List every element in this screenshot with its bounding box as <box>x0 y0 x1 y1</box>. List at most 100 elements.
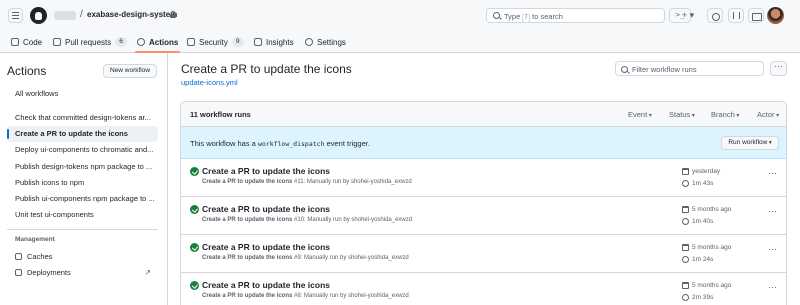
rocket-icon <box>15 268 22 276</box>
status-filter[interactable]: Status <box>669 110 695 119</box>
run-options-icon[interactable]: ··· <box>768 169 777 178</box>
search-placeholder: Type / to search <box>504 12 563 23</box>
github-logo-icon[interactable] <box>30 7 47 24</box>
stopwatch-icon <box>682 294 689 301</box>
check-circle-icon <box>190 243 199 252</box>
tab-label: Settings <box>317 37 346 47</box>
sidebar-item-deployments[interactable]: Deployments ↗ <box>15 264 155 280</box>
stopwatch-icon <box>682 218 689 225</box>
check-circle-icon <box>190 281 199 290</box>
play-icon <box>137 38 145 46</box>
database-icon <box>15 252 22 260</box>
run-workflow-button[interactable]: Run workflow <box>721 136 779 150</box>
run-options-icon[interactable]: ··· <box>768 207 777 216</box>
calendar-icon <box>682 206 689 213</box>
run-title[interactable]: Create a PR to update the icons <box>202 204 330 214</box>
run-meta: Create a PR to update the icons #8: Manu… <box>202 293 409 299</box>
page-title: Create a PR to update the icons <box>181 62 352 76</box>
gear-icon <box>305 38 313 46</box>
runs-count: 11 workflow runs <box>190 110 251 119</box>
sidebar-item-workflow[interactable]: Check that committed design-tokens ar... <box>7 110 158 126</box>
run-row[interactable]: Create a PR to update the icons Create a… <box>181 197 786 235</box>
issues-icon[interactable] <box>707 8 723 23</box>
event-filter[interactable]: Event <box>628 110 652 119</box>
run-options-icon[interactable]: ··· <box>768 245 777 254</box>
tab-label: Actions <box>149 37 179 47</box>
run-row[interactable]: Create a PR to update the icons Create a… <box>181 159 786 197</box>
sidebar-title: Actions <box>7 64 47 78</box>
tab-label: Security <box>199 37 228 47</box>
run-date: 5 months ago <box>692 206 732 213</box>
repo-nav: Code Pull requests 6 Actions Security 9 … <box>0 31 800 53</box>
tab-actions[interactable]: Actions <box>134 31 181 53</box>
search-icon <box>621 65 628 73</box>
sidebar-item-workflow[interactable]: Publish ui-components npm package to ... <box>7 191 158 207</box>
sidebar-item-workflow[interactable]: Publish icons to npm <box>7 175 158 191</box>
run-row[interactable]: Create a PR to update the icons Create a… <box>181 235 786 273</box>
tab-label: Pull requests <box>65 37 112 47</box>
check-circle-icon <box>190 167 199 176</box>
workflow-runs-list: 11 workflow runs Event Status Branch Act… <box>180 101 787 305</box>
run-date: 5 months ago <box>692 282 732 289</box>
menu-icon[interactable] <box>8 8 23 23</box>
inbox-icon[interactable] <box>748 8 764 23</box>
run-title[interactable]: Create a PR to update the icons <box>202 166 330 176</box>
sidebar-item-caches[interactable]: Caches <box>15 248 155 264</box>
shield-icon <box>187 38 195 46</box>
owner-name-redacted[interactable] <box>54 11 76 20</box>
tab-security[interactable]: Security 9 <box>187 31 244 53</box>
branch-filter[interactable]: Branch <box>711 110 739 119</box>
lock-icon <box>170 11 176 18</box>
notice-text: This workflow has a workflow_dispatch ev… <box>190 139 370 148</box>
new-workflow-button[interactable]: New workflow <box>103 64 157 78</box>
filter-placeholder: Filter workflow runs <box>632 65 697 74</box>
run-title[interactable]: Create a PR to update the icons <box>202 280 330 290</box>
run-options-icon[interactable]: ··· <box>768 283 777 292</box>
tab-label: Insights <box>266 37 294 47</box>
search-icon <box>493 12 500 19</box>
tab-label: Code <box>23 37 43 47</box>
workflow-file-link[interactable]: update-icons.yml <box>181 78 238 87</box>
run-title[interactable]: Create a PR to update the icons <box>202 242 330 252</box>
external-link-icon: ↗ <box>144 268 151 277</box>
pull-requests-icon[interactable] <box>728 8 744 23</box>
run-meta: Create a PR to update the icons #9: Manu… <box>202 255 409 261</box>
sidebar-item-label: Caches <box>27 251 53 261</box>
filter-runs-input[interactable]: Filter workflow runs <box>615 61 764 76</box>
tab-insights[interactable]: Insights <box>254 31 294 53</box>
run-meta: Create a PR to update the icons #11: Man… <box>202 179 412 185</box>
run-duration: 1m 40s <box>692 218 714 225</box>
stopwatch-icon <box>682 256 689 263</box>
avatar[interactable] <box>767 7 784 24</box>
calendar-icon <box>682 244 689 251</box>
stopwatch-icon <box>682 180 689 187</box>
global-header: / exabase-design-system Type / to search… <box>0 0 800 31</box>
run-row[interactable]: Create a PR to update the icons Create a… <box>181 273 786 305</box>
tab-pull-requests[interactable]: Pull requests 6 <box>53 31 127 53</box>
check-circle-icon <box>190 205 199 214</box>
sidebar-item-label: Deployments <box>27 267 71 277</box>
run-duration: 1m 24s <box>692 256 714 263</box>
search-input[interactable]: Type / to search <box>486 8 665 23</box>
sidebar-item-workflow-selected[interactable]: Create a PR to update the icons <box>7 126 158 142</box>
tab-settings[interactable]: Settings <box>305 31 346 53</box>
sidebar-item-all-workflows[interactable]: All workflows <box>7 86 158 102</box>
calendar-icon <box>682 168 689 175</box>
calendar-icon <box>682 282 689 289</box>
sidebar-item-workflow[interactable]: Publish design-tokens npm package to ... <box>7 159 158 175</box>
sidebar-item-workflow[interactable]: Deploy ui-components to chromatic and... <box>7 142 158 158</box>
tab-code[interactable]: Code <box>11 31 42 53</box>
actor-filter[interactable]: Actor <box>757 110 779 119</box>
runs-header: 11 workflow runs Event Status Branch Act… <box>181 102 786 127</box>
repo-name-link[interactable]: exabase-design-system <box>87 10 177 19</box>
sidebar-divider <box>7 229 158 230</box>
run-date: 5 months ago <box>692 244 732 251</box>
sidebar-item-workflow[interactable]: Unit test ui-components <box>7 207 158 223</box>
dispatch-notice: This workflow has a workflow_dispatch ev… <box>181 127 786 159</box>
breadcrumb-separator: / <box>80 9 83 20</box>
management-heading: Management <box>15 236 55 243</box>
workflows-sidebar: Actions New workflow All workflows Check… <box>0 53 168 305</box>
more-options-button[interactable]: ··· <box>770 61 787 76</box>
create-new-button[interactable]: + ▾ <box>676 8 700 23</box>
git-pull-request-icon <box>53 38 61 46</box>
